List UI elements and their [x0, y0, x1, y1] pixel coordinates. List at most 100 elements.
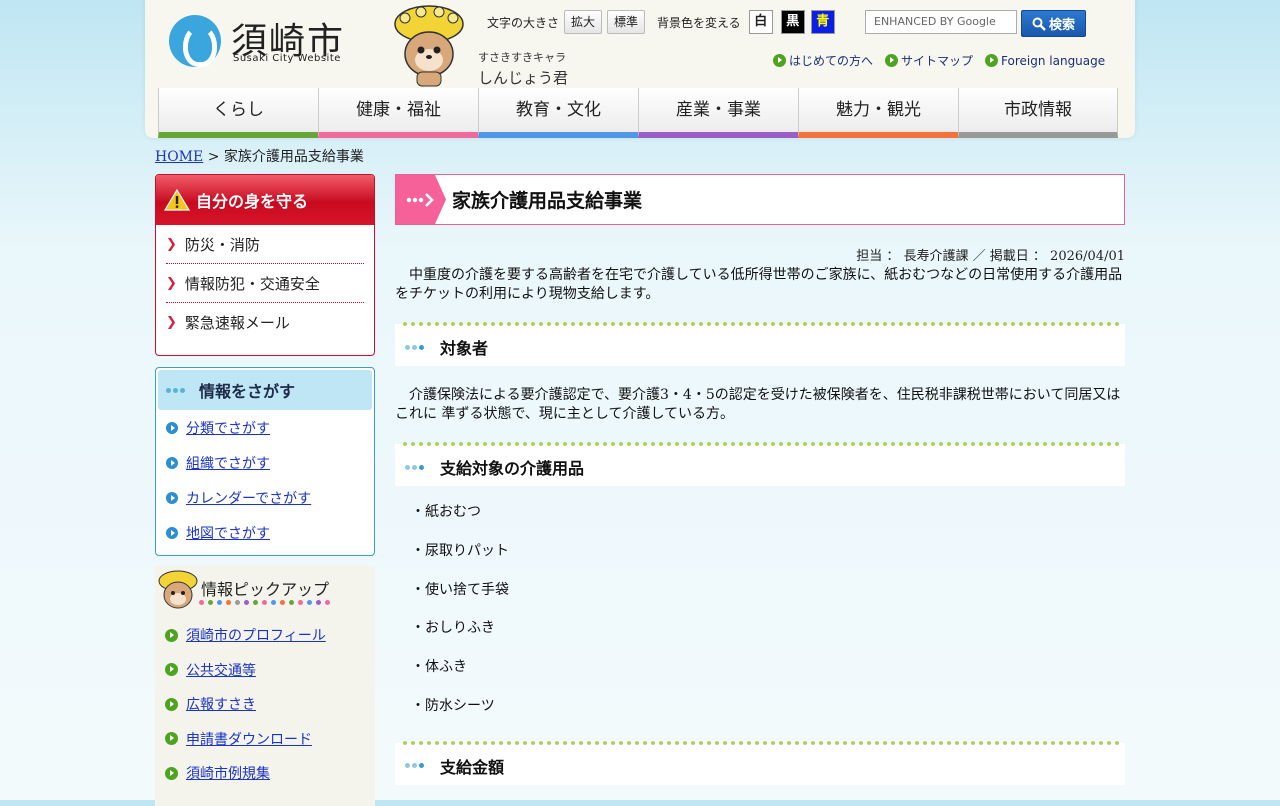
- arrow-circle-icon: [985, 54, 999, 67]
- mascot-shinjo-kun-icon: [394, 5, 464, 87]
- protect-yourself-box: 自分の身を守る ❯ 防災・消防 ❯ 情報防犯・交通安全 ❯ 緊急速報メール: [155, 174, 375, 356]
- arrow-circle-icon: [773, 54, 786, 67]
- section-title-amount: 支給金額: [440, 757, 505, 777]
- arrow-circle-icon: [165, 697, 178, 711]
- find-information-box: 情報をさがす 分類でさがす 組織でさがす カレンダーでさがす 地図でさがす: [155, 367, 375, 556]
- search-button[interactable]: 検索: [1021, 10, 1086, 37]
- nav-item-city-government[interactable]: 市政情報: [958, 88, 1118, 138]
- protect-item-crime-traffic[interactable]: ❯ 情報防犯・交通安全: [166, 264, 364, 303]
- find-by-organization-link[interactable]: 組織でさがす: [186, 453, 270, 473]
- list-item: 申請書ダウンロード: [165, 722, 375, 757]
- protect-list: ❯ 防災・消防 ❯ 情報防犯・交通安全 ❯ 緊急速報メール: [156, 225, 374, 342]
- pickup-transport-link[interactable]: 公共交通等: [186, 660, 256, 680]
- list-item: 須崎市例規集: [165, 756, 375, 791]
- breadcrumb-home-link[interactable]: HOME: [155, 149, 203, 165]
- pickup-newsletter-link[interactable]: 広報すさき: [186, 694, 256, 714]
- list-item: 分類でさがす: [166, 410, 372, 445]
- protect-item-emergency-mail[interactable]: ❯ 緊急速報メール: [166, 303, 364, 342]
- sublink-foreign-language[interactable]: Foreign language: [985, 52, 1105, 69]
- mascot-caption: すさきすきキャラ しんじょう君: [478, 49, 568, 88]
- arrow-circle-icon: [165, 732, 178, 746]
- mascot-name: しんじょう君: [478, 69, 569, 87]
- intro-paragraph: 中重度の介護を要する高齢者を在宅で介護している低所得世帯のご家族に、紙おむつなど…: [395, 267, 1123, 302]
- list-item: 組織でさがす: [166, 445, 372, 480]
- search-icon: [1032, 17, 1046, 31]
- list-item: ・おしりふき: [411, 620, 495, 637]
- pickup-profile-link[interactable]: 須崎市のプロフィール: [186, 625, 326, 645]
- list-item: ・紙おむつ: [411, 504, 481, 520]
- find-by-category-link[interactable]: 分類でさがす: [186, 418, 270, 438]
- sublink-beginners[interactable]: はじめての方へ: [773, 52, 873, 69]
- list-item: 地図でさがす: [166, 515, 372, 550]
- nav-item-attractions-tourism[interactable]: 魅力・観光: [798, 88, 958, 138]
- arrow-circle-icon: [885, 54, 899, 67]
- font-standard-button[interactable]: 標準: [607, 10, 646, 34]
- find-information-list: 分類でさがす 組織でさがす カレンダーでさがす 地図でさがす: [158, 410, 372, 550]
- accessibility-tools: 文字の大きさ 拡大 標準 背景色を変える 白 黒 青: [487, 10, 835, 34]
- supplies-list: ・紙おむつ ・尿取りパット ・使い捨て手袋 ・おしりふき ・体ふき ・防水シーツ: [395, 486, 1125, 733]
- protect-yourself-title: 自分の身を守る: [196, 192, 309, 211]
- breadcrumb: HOME > 家族介護用品支給事業: [155, 146, 364, 166]
- nav-item-education-culture[interactable]: 教育・文化: [478, 88, 638, 138]
- dots-icon: [405, 344, 426, 350]
- list-item: ・使い捨て手袋: [411, 581, 509, 598]
- bg-blue-button[interactable]: 青: [810, 10, 835, 34]
- dotted-divider: [401, 442, 1119, 446]
- chevron-right-icon: ❯: [166, 275, 177, 291]
- dots-icon: [405, 464, 426, 470]
- dots-icon: [405, 763, 426, 769]
- section-heading: 支給対象の介護用品: [395, 442, 1125, 486]
- arrow-circle-icon: [166, 421, 178, 434]
- dotted-divider: [401, 322, 1119, 326]
- find-information-header: 情報をさがす: [158, 370, 372, 410]
- pickup-forms-download-link[interactable]: 申請書ダウンロード: [186, 729, 312, 749]
- dots-icon: [166, 387, 187, 393]
- page-title-box: 家族介護用品支給事業: [395, 174, 1125, 225]
- pickup-dots-decoration: [199, 600, 334, 605]
- search-input[interactable]: ENHANCED BY Google: [865, 10, 1017, 34]
- section-heading: 対象者: [395, 322, 1125, 366]
- bg-black-button[interactable]: 黒: [780, 10, 805, 34]
- site-search: ENHANCED BY Google 検索: [865, 10, 1086, 37]
- chevron-right-icon: ❯: [166, 315, 177, 330]
- list-item: ・体ふき: [411, 659, 467, 676]
- nav-item-industry-business[interactable]: 産業・事業: [638, 88, 798, 138]
- mascot-icon: [158, 570, 198, 609]
- protect-item-label: 防災・消防: [184, 235, 260, 254]
- pickup-ordinances-link[interactable]: 須崎市例規集: [186, 763, 270, 783]
- protect-item-disaster[interactable]: ❯ 防災・消防: [166, 225, 364, 264]
- info-pickup-title: 情報ピックアップ: [201, 580, 330, 599]
- font-enlarge-button[interactable]: 拡大: [564, 10, 603, 34]
- site-logo[interactable]: 須崎市 Susaki City Website: [169, 12, 349, 72]
- mascot-subtitle: すさきすきキャラ: [478, 51, 566, 64]
- dotted-divider: [401, 740, 1119, 745]
- logo-subtext: Susaki City Website: [233, 53, 341, 64]
- city-emblem-icon: [169, 15, 221, 67]
- find-by-calendar-link[interactable]: カレンダーでさがす: [186, 488, 311, 508]
- list-item: 公共交通等: [165, 653, 375, 688]
- list-item: ・尿取りパット: [411, 542, 509, 559]
- search-button-label: 検索: [1048, 18, 1075, 33]
- bg-white-button[interactable]: 白: [748, 10, 773, 34]
- sidebar: 自分の身を守る ❯ 防災・消防 ❯ 情報防犯・交通安全 ❯ 緊急速報メール 情報をさが…: [155, 174, 375, 806]
- list-item: ・防水シーツ: [411, 697, 495, 714]
- list-item: 須崎市のプロフィール: [165, 618, 375, 653]
- nav-item-health-welfare[interactable]: 健康・福祉: [318, 88, 478, 138]
- page-title: 家族介護用品支給事業: [452, 190, 643, 212]
- protect-yourself-header: 自分の身を守る: [156, 175, 374, 225]
- protect-item-label: 情報防犯・交通安全: [184, 274, 320, 293]
- sublink-sitemap[interactable]: サイトマップ: [885, 52, 973, 69]
- info-pickup-list: 須崎市のプロフィール 公共交通等 広報すさき 申請書ダウンロード 須崎市例規集: [155, 612, 375, 791]
- list-item: 広報すさき: [165, 687, 375, 722]
- sublink-label: Foreign language: [1001, 53, 1106, 68]
- section-heading: 支給金額: [395, 740, 1125, 785]
- nav-item-kurashi[interactable]: くらし: [158, 88, 318, 138]
- arrow-circle-icon: [165, 628, 178, 642]
- page: 須崎市 Susaki City Website すさきすきキャラ しんじょう君 …: [145, 0, 1135, 806]
- find-by-map-link[interactable]: 地図でさがす: [186, 523, 270, 543]
- info-pickup-box: 情報ピックアップ 須崎市のプロフィール 公共交通等 広報すさき 申請書ダウンロー…: [155, 566, 375, 806]
- font-size-label: 文字の大きさ: [487, 15, 560, 30]
- warning-icon: [164, 189, 190, 211]
- info-pickup-header: 情報ピックアップ: [155, 566, 375, 612]
- global-nav: くらし 健康・福祉 教育・文化 産業・事業 魅力・観光 市政情報: [158, 88, 1118, 138]
